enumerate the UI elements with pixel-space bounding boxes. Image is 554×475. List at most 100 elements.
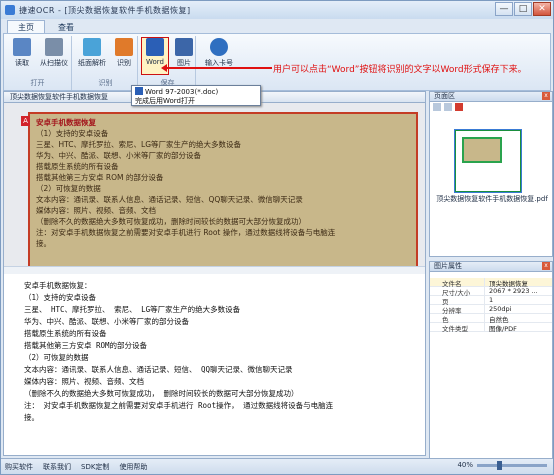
tooltip-hint: 完成后用Word打开	[135, 97, 195, 105]
tab-view[interactable]: 查看	[47, 20, 85, 34]
property-row[interactable]: 分辨率 250dpi	[430, 305, 552, 315]
info-icon	[210, 38, 228, 56]
property-value: 图像/PDF	[484, 323, 552, 333]
props-panel-close-icon[interactable]: x	[542, 262, 550, 270]
result-line: （删除不久的数据绝大多数可恢复成功， 删除时间较长的数据可大部分恢复成功）	[24, 389, 299, 398]
recognition-region[interactable]: A 安卓手机数据恢复 （1）支持的安卓设备 三星、HTC、摩托罗拉、索尼、LG等厂…	[21, 112, 418, 266]
callout-text: 用户可以点击“Word”按钮将识别的文字以Word形式保存下来。	[273, 65, 527, 75]
word-doc-icon	[135, 87, 143, 95]
from-scanner-button[interactable]: 从扫描仪	[38, 38, 70, 74]
recognize-button[interactable]: 识别	[110, 38, 138, 74]
image-icon	[175, 38, 193, 56]
help-link[interactable]: 使用帮助	[119, 462, 147, 472]
result-line: 安卓手机数据恢复：	[24, 281, 92, 290]
scanner-icon	[45, 38, 63, 56]
scan-line: 华为、中兴、酷派、联想、小米等厂家的部分设备	[36, 151, 201, 160]
contact-link[interactable]: 联系我们	[43, 462, 71, 472]
result-line: 三星、 HTC、摩托罗拉、 索尼、 LG等厂家生产的绝大多数设备	[24, 305, 241, 314]
result-line: 文本内容：通讯录、联系人信息、通话记录、短信、 QQ聊天记录、微信聊天记录	[24, 365, 293, 374]
scan-image-view[interactable]: A 安卓手机数据恢复 （1）支持的安卓设备 三星、HTC、摩托罗拉、索尼、LG等厂…	[4, 103, 425, 266]
tooltip-format: Word 97-2003(*.doc)	[145, 88, 219, 96]
word-tooltip: Word 97-2003(*.doc) 完成后用Word打开	[131, 85, 261, 106]
buy-link[interactable]: 购买软件	[5, 462, 33, 472]
delete-page-icon[interactable]	[455, 103, 463, 111]
image-properties-panel: 文件名 顶尖数据恢复尺寸/大小 2067 * 2923 ... 页 1 分辨率 250dpi…	[429, 272, 553, 460]
minimize-button[interactable]: —	[495, 2, 513, 16]
scan-line: 三星、HTC、摩托罗拉、索尼、LG等厂家生产的绝大多数设备	[36, 140, 242, 149]
app-window: 捷速OCR - [顶尖数据恢复软件手机数据恢复] — □ ✕ 主页 查看 读取 …	[0, 0, 554, 475]
status-bar: 购买软件 联系我们 SDK定制 使用帮助 40%	[1, 458, 553, 474]
add-page-icon[interactable]	[433, 103, 441, 111]
property-row[interactable]: 页1	[430, 296, 552, 306]
scan-line: （1）支持的安卓设备	[36, 129, 109, 138]
ribbon-group-open: 读取 从扫描仪 打开	[4, 36, 72, 90]
result-text-editor[interactable]: 安卓手机数据恢复： （1）支持的安卓设备 三星、 HTC、摩托罗拉、 索尼、 LG…	[4, 274, 425, 455]
page-parse-button[interactable]: 纸面解析	[76, 38, 108, 74]
callout-arrow	[164, 67, 272, 69]
result-text: 安卓手机数据恢复： （1）支持的安卓设备 三星、 HTC、摩托罗拉、 索尼、 LG…	[24, 280, 425, 424]
ribbon-group-save: Word 图片 保存	[140, 36, 196, 90]
page-thumbnail[interactable]	[454, 129, 522, 193]
result-line: 媒体内容：照片、视频、音频、文档	[24, 377, 144, 386]
app-logo-icon	[5, 5, 15, 15]
horizontal-scrollbar[interactable]	[4, 266, 425, 274]
ocr-icon	[115, 38, 133, 56]
scan-line: 文本内容：通讯录、联系人信息、通话记录、短信、QQ聊天记录、微信聊天记录	[36, 195, 303, 204]
title-bar: 捷速OCR - [顶尖数据恢复软件手机数据恢复] — □ ✕	[1, 1, 553, 19]
close-button[interactable]: ✕	[533, 2, 551, 16]
result-line: （1）支持的安卓设备	[24, 293, 97, 302]
ribbon-tabs: 主页 查看	[1, 19, 553, 34]
scan-line: （2）可恢复的数据	[36, 184, 101, 193]
property-key: 文件类型	[442, 325, 468, 333]
scan-text: 安卓手机数据恢复 （1）支持的安卓设备 三星、HTC、摩托罗拉、索尼、LG等厂家生…	[36, 117, 410, 249]
right-sidebar: 页面区 x 顶尖数据恢复软件手机数据恢复.pdf 图片属性 x 文件名 顶尖数据恢…	[429, 91, 553, 460]
result-line: 注： 对安卓手机数据恢复之前需要对安卓手机进行 Root操作， 通过数据线将设备…	[24, 401, 334, 410]
scan-line: （删除不久的数据绝大多数可恢复成功，删除时间较长的数据可大部分恢复成功）	[36, 217, 306, 226]
scan-line: 媒体内容：照片、视频、音频、文档	[36, 206, 156, 215]
scan-line: 搭载其他第三方安卓 ROM 的部分设备	[36, 173, 164, 182]
property-key: 文件名	[442, 280, 462, 288]
window-title: 捷速OCR - [顶尖数据恢复软件手机数据恢复]	[19, 5, 191, 15]
result-line: 接。	[24, 413, 39, 422]
document-area: 顶尖数据恢复软件手机数据恢复 A 安卓手机数据恢复 （1）支持的安卓设备 三星、H…	[3, 91, 426, 456]
group-label-open: 打开	[30, 79, 45, 87]
property-row[interactable]: 色 自然色	[430, 314, 552, 324]
property-value: 1	[484, 296, 552, 304]
page-thumbnail-caption: 顶尖数据恢复软件手机数据恢复.pdf	[436, 195, 548, 203]
property-row[interactable]: 文件名 顶尖数据恢复	[430, 278, 552, 288]
tab-home[interactable]: 主页	[7, 20, 45, 34]
maximize-button[interactable]: □	[514, 2, 532, 16]
copy-page-icon[interactable]	[444, 103, 452, 111]
property-key: 尺寸/大小	[442, 289, 471, 297]
pages-panel-title: 页面区 x	[429, 91, 553, 102]
group-label-recognize: 识别	[98, 79, 113, 87]
read-icon	[13, 38, 31, 56]
zoom-slider[interactable]	[477, 460, 547, 470]
property-key: 色	[442, 316, 449, 324]
word-icon	[146, 38, 164, 56]
pages-toolbar	[430, 102, 552, 112]
property-value: 顶尖数据恢复	[484, 278, 552, 288]
zoom-slider-knob[interactable]	[497, 460, 502, 470]
result-line: 华为、中兴、酷派、联想、小米等厂家的部分设备	[24, 317, 189, 326]
pages-panel-close-icon[interactable]: x	[542, 92, 550, 100]
ribbon-group-card: 输入卡号	[198, 36, 238, 90]
result-line: 搭载原生系统的所有设备	[24, 329, 107, 338]
region-badge: A	[21, 116, 30, 126]
property-value: 250dpi	[484, 305, 552, 313]
read-button[interactable]: 读取	[8, 38, 36, 74]
parse-icon	[83, 38, 101, 56]
zoom-control: 40%	[457, 460, 547, 470]
property-key: 分辨率	[442, 307, 462, 315]
pages-panel: 顶尖数据恢复软件手机数据恢复.pdf	[429, 102, 553, 257]
property-row[interactable]: 尺寸/大小 2067 * 2923 ...	[430, 287, 552, 297]
property-value: 自然色	[484, 314, 552, 324]
sdk-link[interactable]: SDK定制	[81, 462, 109, 472]
zoom-level: 40%	[457, 461, 473, 469]
scan-line: 安卓手机数据恢复	[36, 118, 96, 127]
result-line: （2）可恢复的数据	[24, 353, 89, 362]
property-value: 2067 * 2923 ...	[484, 287, 552, 295]
property-row[interactable]: 文件类型 图像/PDF	[430, 323, 552, 333]
scan-line: 注：对安卓手机数据恢复之前需要对安卓手机进行 Root 操作，通过数据线将设备与…	[36, 228, 336, 237]
scan-line: 接。	[36, 239, 51, 248]
